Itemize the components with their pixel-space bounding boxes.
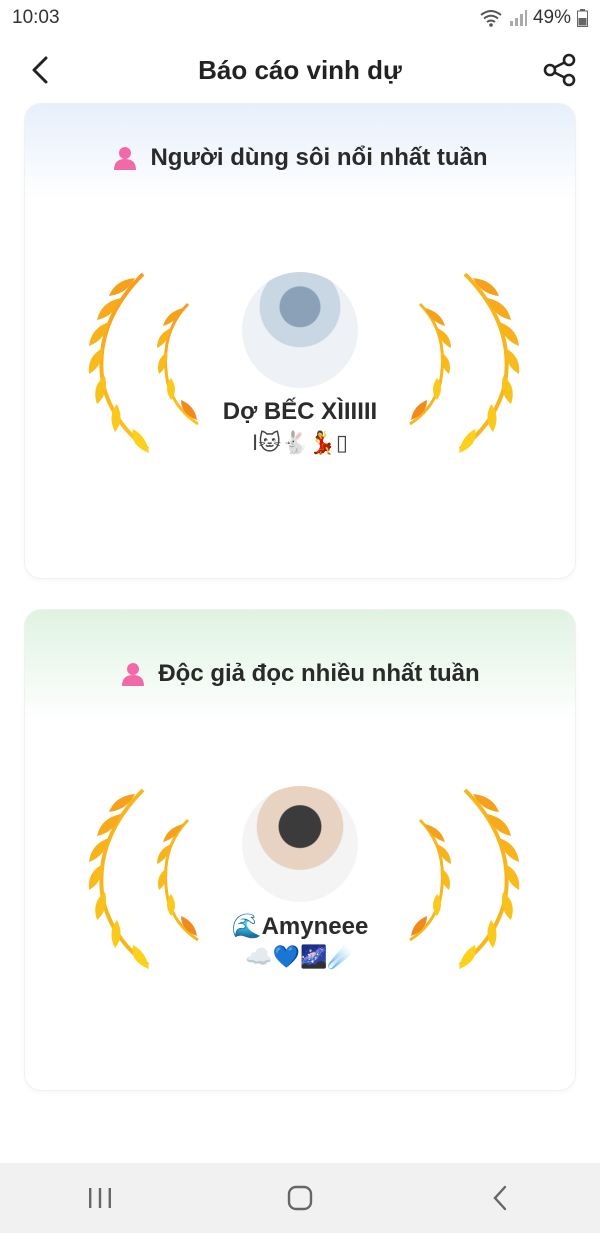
status-icons: 49% bbox=[479, 7, 588, 29]
app-header: Báo cáo vinh dự bbox=[0, 38, 600, 102]
user-avatar[interactable] bbox=[242, 786, 358, 902]
user-avatar[interactable] bbox=[242, 272, 358, 388]
nav-back-icon bbox=[493, 1185, 507, 1211]
laurel-left-icon bbox=[88, 788, 199, 969]
status-bar: 10:03 49% bbox=[0, 0, 600, 36]
status-time: 10:03 bbox=[12, 7, 60, 28]
battery-percent: 49% bbox=[532, 7, 571, 28]
user-name[interactable]: Dợ BẾC XÌIIIII bbox=[25, 398, 575, 426]
user-name[interactable]: 🌊Amyneee bbox=[25, 912, 575, 941]
user-icon bbox=[122, 663, 145, 686]
user-name-emoji: ☁️💙🌌☄️ bbox=[245, 944, 355, 969]
user-name-emoji: I🐱🐇💃▯ bbox=[252, 430, 348, 455]
wifi-icon bbox=[480, 10, 502, 27]
card-title: Độc giả đọc nhiều nhất tuần bbox=[158, 660, 480, 687]
home-icon bbox=[287, 1185, 313, 1211]
recent-apps-icon bbox=[89, 1188, 111, 1208]
recent-apps-button[interactable] bbox=[60, 1168, 140, 1228]
battery-icon bbox=[577, 9, 588, 27]
honor-card-active-user: Người dùng sôi nổi nhất tuần Dợ BẾC XÌII… bbox=[25, 104, 575, 578]
chevron-left-icon bbox=[32, 56, 48, 84]
card-title: Người dùng sôi nổi nhất tuần bbox=[150, 144, 488, 171]
share-icon bbox=[543, 53, 576, 87]
laurel-right-icon bbox=[409, 788, 520, 969]
share-button[interactable] bbox=[540, 50, 580, 90]
system-nav-bar bbox=[0, 1163, 600, 1233]
user-icon bbox=[114, 147, 137, 170]
card-header: Độc giả đọc nhiều nhất tuần bbox=[25, 610, 575, 722]
back-button[interactable] bbox=[20, 52, 60, 88]
honor-card-top-reader: Độc giả đọc nhiều nhất tuần 🌊Amyneee ☁️💙… bbox=[25, 610, 575, 1090]
home-button[interactable] bbox=[260, 1168, 340, 1228]
signal-icon bbox=[509, 10, 527, 26]
page-title: Báo cáo vinh dự bbox=[198, 54, 402, 85]
nav-back-button[interactable] bbox=[460, 1168, 540, 1228]
card-header: Người dùng sôi nổi nhất tuần bbox=[25, 104, 575, 200]
